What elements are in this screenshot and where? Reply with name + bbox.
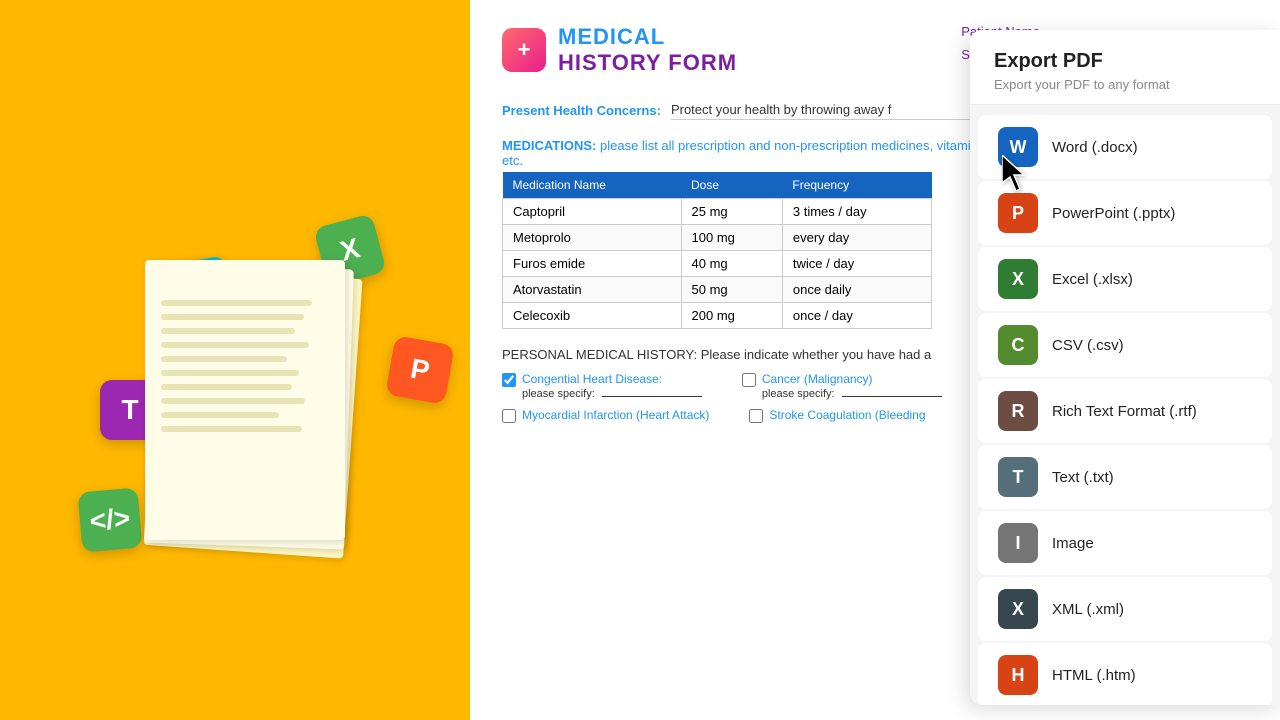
rtf-label: Rich Text Format (.rtf) bbox=[1052, 403, 1197, 420]
export-item-word[interactable]: W Word (.docx) bbox=[978, 115, 1272, 179]
heart-disease-specifier: please specify: bbox=[522, 388, 702, 400]
table-row: Captopril25 mg3 times / day bbox=[503, 199, 932, 225]
export-item-html[interactable]: H HTML (.htm) bbox=[978, 643, 1272, 705]
heart-disease-label: Congential Heart Disease: bbox=[522, 372, 662, 386]
export-item-rtf[interactable]: R Rich Text Format (.rtf) bbox=[978, 379, 1272, 443]
table-cell: once daily bbox=[782, 277, 931, 303]
word-label: Word (.docx) bbox=[1052, 139, 1138, 156]
app-icon: + bbox=[502, 28, 546, 72]
csv-icon: C bbox=[998, 325, 1038, 365]
table-cell: Celecoxib bbox=[503, 303, 682, 329]
table-cell: every day bbox=[782, 225, 931, 251]
table-cell: 50 mg bbox=[681, 277, 782, 303]
checkbox-heart-disease: Congential Heart Disease: please specify… bbox=[502, 372, 702, 400]
export-pdf-panel: Export PDF Export your PDF to any format… bbox=[970, 30, 1280, 705]
table-cell: once / day bbox=[782, 303, 931, 329]
form-title: MEDICAL HISTORY FORM bbox=[558, 24, 737, 76]
title-medical: MEDICAL bbox=[558, 24, 737, 50]
col-medication-name: Medication Name bbox=[503, 172, 682, 199]
xml-icon: X bbox=[998, 589, 1038, 629]
table-row: Atorvastatin50 mgonce daily bbox=[503, 277, 932, 303]
table-cell: Atorvastatin bbox=[503, 277, 682, 303]
table-cell: Metoprolo bbox=[503, 225, 682, 251]
export-panel-subtitle: Export your PDF to any format bbox=[994, 77, 1256, 92]
excel-label: Excel (.xlsx) bbox=[1052, 271, 1133, 288]
floating-icons-area: X 🖼 T P W </> bbox=[0, 0, 470, 720]
export-panel-header: Export PDF Export your PDF to any format bbox=[970, 30, 1280, 105]
health-concerns-label: Present Health Concerns: bbox=[502, 103, 661, 118]
export-item-powerpoint[interactable]: P PowerPoint (.pptx) bbox=[978, 181, 1272, 245]
image-icon: I bbox=[998, 523, 1038, 563]
checkbox-myocardial-input[interactable] bbox=[502, 409, 516, 423]
table-cell: twice / day bbox=[782, 251, 931, 277]
export-item-image[interactable]: I Image bbox=[978, 511, 1272, 575]
title-history: HISTORY FORM bbox=[558, 50, 737, 76]
table-cell: 200 mg bbox=[681, 303, 782, 329]
checkbox-stroke-input[interactable] bbox=[749, 409, 763, 423]
text-label: Text (.txt) bbox=[1052, 469, 1114, 486]
main-content-area: + MEDICAL HISTORY FORM Patient Name Sign… bbox=[470, 0, 1280, 720]
cancer-specifier: please specify: bbox=[762, 388, 942, 400]
powerpoint-icon: P bbox=[998, 193, 1038, 233]
form-title-area: + MEDICAL HISTORY FORM bbox=[502, 24, 737, 76]
myocardial-label: Myocardial Infarction (Heart Attack) bbox=[522, 408, 709, 422]
export-panel-title: Export PDF bbox=[994, 50, 1256, 73]
table-cell: 100 mg bbox=[681, 225, 782, 251]
html-label: HTML (.htm) bbox=[1052, 667, 1136, 684]
ppt-icon-float: P bbox=[385, 335, 455, 405]
text-icon: T bbox=[998, 457, 1038, 497]
table-row: Celecoxib200 mgonce / day bbox=[503, 303, 932, 329]
export-item-text[interactable]: T Text (.txt) bbox=[978, 445, 1272, 509]
export-format-list: W Word (.docx) P PowerPoint (.pptx) X Excel (… bbox=[970, 105, 1280, 705]
code-icon-float: </> bbox=[77, 487, 142, 552]
checkbox-stroke: Stroke Coagulation (Bleeding bbox=[749, 408, 925, 423]
table-cell: Furos emide bbox=[503, 251, 682, 277]
powerpoint-label: PowerPoint (.pptx) bbox=[1052, 205, 1175, 222]
export-item-excel[interactable]: X Excel (.xlsx) bbox=[978, 247, 1272, 311]
checkbox-heart-disease-input[interactable] bbox=[502, 373, 516, 387]
table-row: Furos emide40 mgtwice / day bbox=[503, 251, 932, 277]
checkbox-myocardial: Myocardial Infarction (Heart Attack) bbox=[502, 408, 709, 423]
export-item-xml[interactable]: X XML (.xml) bbox=[978, 577, 1272, 641]
col-frequency: Frequency bbox=[782, 172, 931, 199]
html-icon: H bbox=[998, 655, 1038, 695]
csv-label: CSV (.csv) bbox=[1052, 337, 1124, 354]
export-item-csv[interactable]: C CSV (.csv) bbox=[978, 313, 1272, 377]
col-dose: Dose bbox=[681, 172, 782, 199]
table-row: Metoprolo100 mgevery day bbox=[503, 225, 932, 251]
stroke-label: Stroke Coagulation (Bleeding bbox=[769, 408, 925, 422]
table-cell: 3 times / day bbox=[782, 199, 931, 225]
checkbox-cancer-input[interactable] bbox=[742, 373, 756, 387]
table-cell: 40 mg bbox=[681, 251, 782, 277]
xml-label: XML (.xml) bbox=[1052, 601, 1124, 618]
medications-table: Medication Name Dose Frequency Captopril… bbox=[502, 172, 932, 329]
image-label: Image bbox=[1052, 535, 1094, 552]
word-icon: W bbox=[998, 127, 1038, 167]
excel-icon: X bbox=[998, 259, 1038, 299]
cancer-label: Cancer (Malignancy) bbox=[762, 372, 873, 386]
table-cell: Captopril bbox=[503, 199, 682, 225]
rtf-icon: R bbox=[998, 391, 1038, 431]
table-cell: 25 mg bbox=[681, 199, 782, 225]
checkbox-cancer: Cancer (Malignancy) please specify: bbox=[742, 372, 942, 400]
